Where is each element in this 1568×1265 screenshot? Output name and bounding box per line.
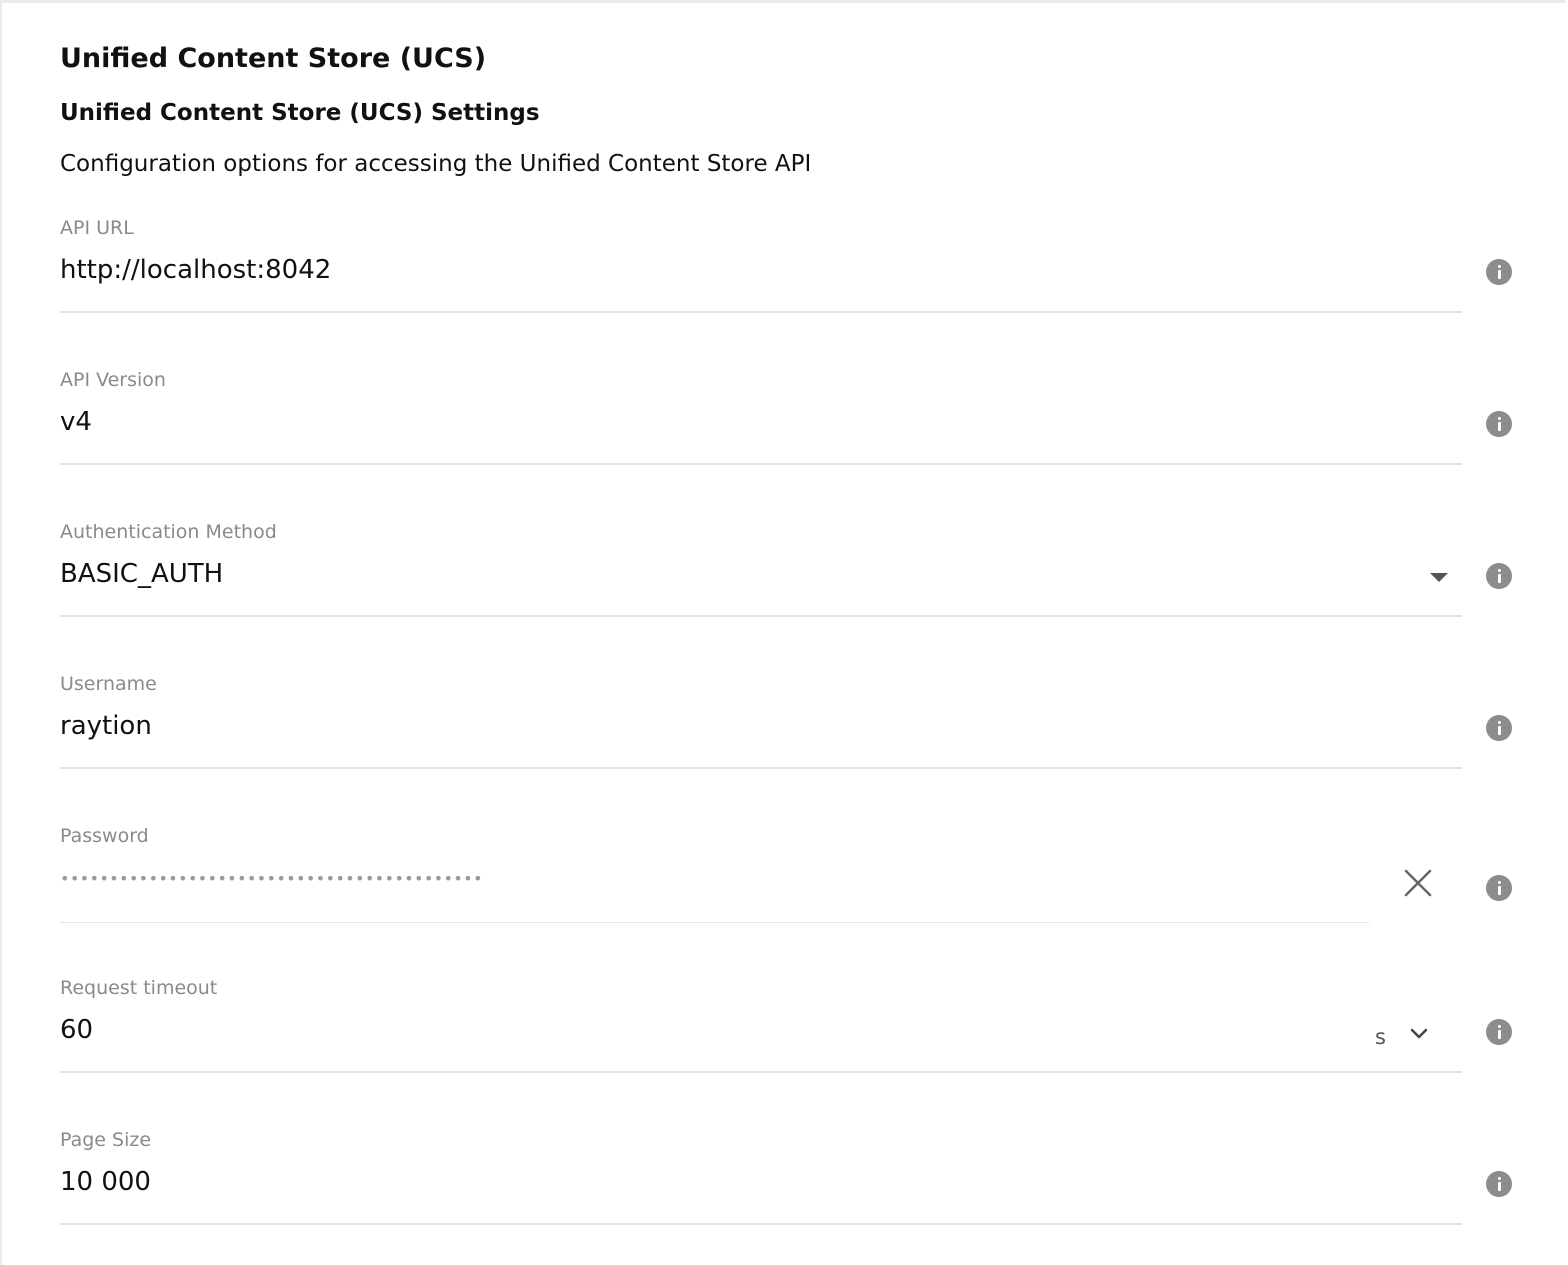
password-label: Password <box>60 825 149 847</box>
page-title: Unified Content Store (UCS) <box>60 43 487 74</box>
request-timeout-field: Request timeout 60 s <box>60 977 1462 1097</box>
api-url-label: API URL <box>60 217 134 239</box>
page-size-underline <box>60 1223 1462 1225</box>
auth-method-label: Authentication Method <box>60 521 277 543</box>
password-underline <box>60 922 1370 923</box>
close-icon[interactable] <box>1402 867 1434 899</box>
username-info-icon[interactable] <box>1486 715 1512 741</box>
page-size-info-icon[interactable] <box>1486 1171 1512 1197</box>
api-version-label: API Version <box>60 369 166 391</box>
api-version-field: API Version v4 <box>60 369 1462 489</box>
page-size-input[interactable]: 10 000 <box>60 1167 151 1197</box>
section-description: Configuration options for accessing the … <box>60 151 812 177</box>
auth-method-info-icon[interactable] <box>1486 563 1512 589</box>
auth-method-field[interactable]: Authentication Method BASIC_AUTH <box>60 521 1462 641</box>
page-size-label: Page Size <box>60 1129 152 1151</box>
username-underline <box>60 767 1462 769</box>
api-url-input[interactable]: http://localhost:8042 <box>60 255 331 285</box>
settings-panel: Unified Content Store (UCS) Unified Cont… <box>0 0 1566 1265</box>
api-url-underline <box>60 311 1462 313</box>
request-timeout-unit[interactable]: s <box>1375 1025 1386 1049</box>
api-url-field: API URL http://localhost:8042 <box>60 217 1462 337</box>
api-version-underline <box>60 463 1462 465</box>
dropdown-arrow-icon[interactable] <box>1430 573 1448 582</box>
password-info-icon[interactable] <box>1486 875 1512 901</box>
api-version-info-icon[interactable] <box>1486 411 1512 437</box>
section-title: Unified Content Store (UCS) Settings <box>60 100 540 126</box>
api-url-info-icon[interactable] <box>1486 259 1512 285</box>
auth-method-select[interactable]: BASIC_AUTH <box>60 559 223 589</box>
password-field: Password •••••••••••••••••••••••••••••••… <box>60 825 1462 945</box>
username-input[interactable]: raytion <box>60 711 152 741</box>
api-version-input[interactable]: v4 <box>60 407 92 437</box>
request-timeout-label: Request timeout <box>60 977 218 999</box>
username-label: Username <box>60 673 157 695</box>
auth-method-underline <box>60 615 1462 617</box>
request-timeout-underline <box>60 1071 1462 1073</box>
request-timeout-info-icon[interactable] <box>1486 1019 1512 1045</box>
chevron-down-icon[interactable] <box>1408 1023 1430 1045</box>
username-field: Username raytion <box>60 673 1462 793</box>
page-size-field: Page Size 10 000 <box>60 1129 1462 1249</box>
password-input[interactable]: ••••••••••••••••••••••••••••••••••••••••… <box>60 869 483 888</box>
request-timeout-input[interactable]: 60 <box>60 1015 93 1045</box>
